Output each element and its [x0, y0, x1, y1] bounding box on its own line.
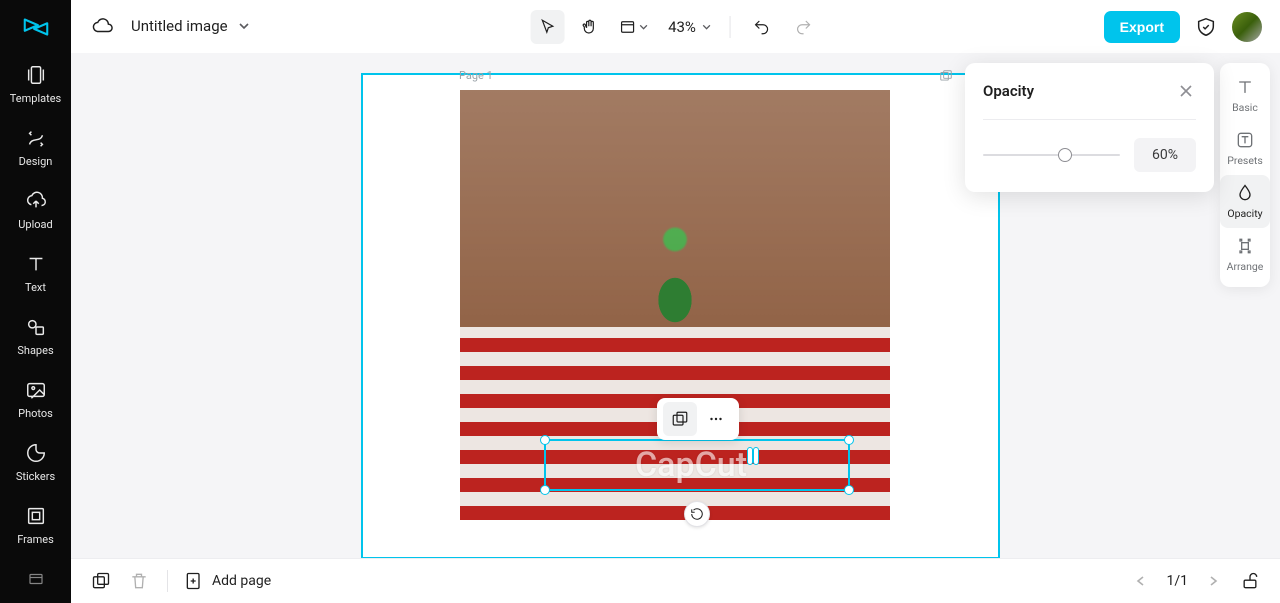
sidebar-item-design[interactable]: Design	[0, 117, 71, 178]
templates-icon	[25, 64, 47, 86]
design-icon	[25, 127, 47, 149]
resize-handle-mr[interactable]	[753, 447, 759, 465]
floating-layers-button[interactable]	[663, 402, 697, 436]
delete-page-button	[127, 569, 151, 593]
slider-thumb[interactable]	[1058, 148, 1072, 162]
right-side-tabs: Basic Presets Opacity Arrange	[1220, 63, 1270, 287]
sidebar-item-label: Photos	[18, 407, 53, 420]
rside-tab-arrange[interactable]: Arrange	[1220, 228, 1270, 281]
top-bar: Untitled image 43% Export	[71, 0, 1280, 53]
resize-handle-tr[interactable]	[844, 435, 854, 445]
resize-handle-bl[interactable]	[540, 485, 550, 495]
next-page-button[interactable]	[1202, 570, 1224, 592]
resize-handle-tl[interactable]	[540, 435, 550, 445]
rside-tab-presets[interactable]: Presets	[1220, 122, 1270, 175]
upload-icon	[25, 190, 47, 212]
page-label: Page 1	[459, 69, 493, 82]
add-page-button[interactable]: Add page	[184, 571, 271, 591]
select-tool-button[interactable]	[530, 10, 564, 44]
sidebar-item-frames[interactable]: Frames	[0, 495, 71, 556]
export-button[interactable]: Export	[1104, 11, 1180, 43]
sidebar-item-shapes[interactable]: Shapes	[0, 306, 71, 367]
resize-canvas-button[interactable]	[614, 10, 652, 44]
opacity-slider[interactable]	[983, 145, 1120, 165]
rotate-handle[interactable]	[684, 501, 710, 527]
cloud-sync-button[interactable]	[89, 13, 115, 39]
rside-tab-opacity[interactable]: Opacity	[1220, 175, 1270, 228]
rside-tab-label: Opacity	[1227, 207, 1262, 220]
text-icon	[25, 253, 47, 275]
sidebar-item-label: Upload	[18, 218, 52, 231]
divider	[730, 16, 731, 38]
selected-text-element[interactable]: CapCut	[544, 439, 850, 491]
divider	[167, 570, 168, 592]
chevron-down-icon	[238, 20, 250, 32]
sidebar-item-templates[interactable]: Templates	[0, 54, 71, 115]
document-title[interactable]: Untitled image	[131, 17, 250, 35]
sidebar-item-label: Shapes	[17, 344, 53, 357]
zoom-level-text: 43%	[668, 18, 696, 36]
sidebar-item-upload[interactable]: Upload	[0, 180, 71, 241]
sidebar-item-text[interactable]: Text	[0, 243, 71, 304]
lock-button[interactable]	[1238, 569, 1262, 593]
resize-handle-br[interactable]	[844, 485, 854, 495]
zoom-level[interactable]: 43%	[668, 18, 712, 36]
app-logo[interactable]	[17, 8, 55, 46]
top-center-tools: 43%	[530, 0, 821, 53]
add-page-label: Add page	[212, 573, 271, 589]
bottom-bar: Add page 1/1	[71, 558, 1280, 603]
user-avatar[interactable]	[1232, 12, 1262, 42]
sidebar-item-label: Templates	[10, 92, 61, 105]
page-indicator: 1/1	[1166, 573, 1188, 589]
leaf-decoration	[645, 260, 705, 340]
more-icon	[25, 568, 47, 590]
close-button[interactable]	[1176, 81, 1196, 101]
shapes-icon	[25, 316, 47, 338]
bottom-left-tools: Add page	[89, 569, 271, 593]
duplicate-page-button[interactable]	[89, 569, 113, 593]
page-frame[interactable]: Page 1 CapCut	[361, 73, 1000, 559]
sidebar-item-photos[interactable]: Photos	[0, 369, 71, 430]
left-toolbar: Templates Design Upload Text Shapes Phot…	[0, 0, 71, 603]
bottom-right-tools: 1/1	[1130, 569, 1262, 593]
slider-track	[983, 154, 1120, 156]
sidebar-item-stickers[interactable]: Stickers	[0, 432, 71, 493]
rside-tab-label: Basic	[1232, 101, 1258, 114]
floating-toolbar	[657, 398, 739, 440]
document-title-text: Untitled image	[131, 17, 228, 35]
sidebar-item-label: Frames	[17, 533, 54, 546]
rside-tab-label: Arrange	[1227, 260, 1264, 273]
opacity-value[interactable]: 60%	[1134, 138, 1196, 172]
opacity-panel: Opacity 60%	[965, 63, 1214, 192]
floating-more-button[interactable]	[699, 402, 733, 436]
opacity-panel-title: Opacity	[983, 82, 1034, 100]
sidebar-item-label: Stickers	[16, 470, 55, 483]
selected-text-content: CapCut	[635, 445, 747, 485]
sidebar-item-more[interactable]	[0, 558, 71, 600]
stickers-icon	[25, 442, 47, 464]
undo-button[interactable]	[745, 10, 779, 44]
hand-tool-button[interactable]	[572, 10, 606, 44]
rside-tab-label: Presets	[1227, 154, 1263, 167]
privacy-shield-button[interactable]	[1194, 15, 1218, 39]
rside-tab-basic[interactable]: Basic	[1220, 69, 1270, 122]
page-overlap-icon	[938, 69, 954, 83]
photos-icon	[25, 379, 47, 401]
prev-page-button[interactable]	[1130, 570, 1152, 592]
redo-button[interactable]	[787, 10, 821, 44]
sidebar-item-label: Text	[25, 281, 46, 294]
top-right-tools: Export	[1104, 0, 1262, 53]
frames-icon	[25, 505, 47, 527]
sidebar-item-label: Design	[19, 155, 53, 168]
